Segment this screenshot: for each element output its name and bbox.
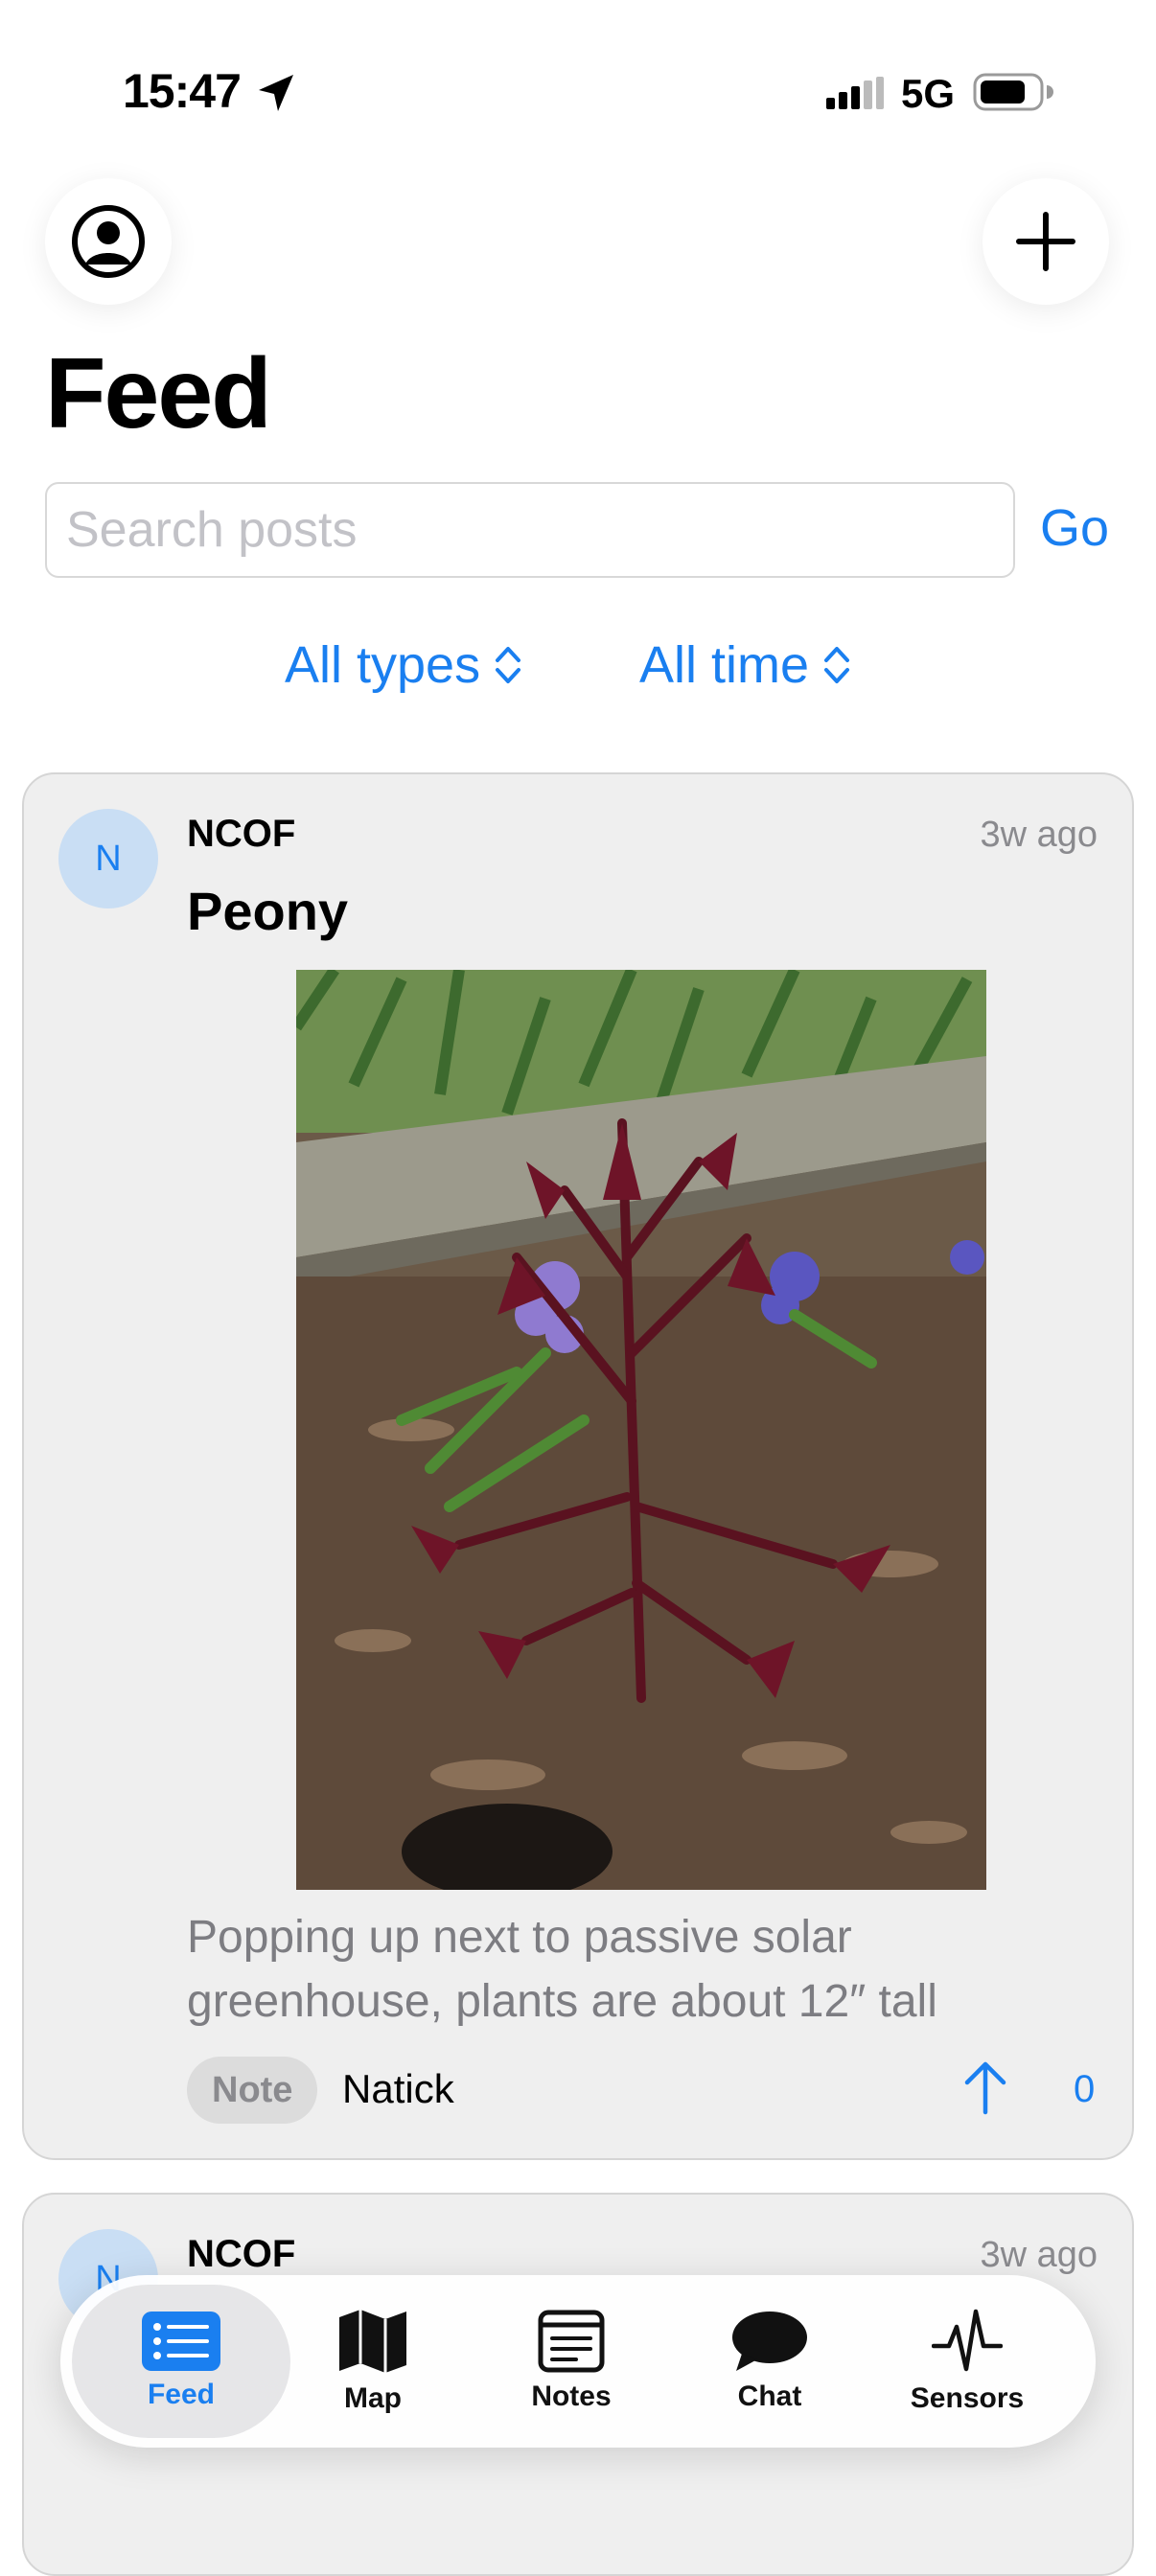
avatar: N — [58, 809, 158, 908]
tab-bar: Feed Map Notes Chat Sensors — [60, 2275, 1096, 2448]
post-author: NCOF — [187, 2233, 296, 2275]
post-body: Popping up next to passive solar greenho… — [187, 1912, 937, 2027]
tab-map[interactable]: Map — [271, 2275, 474, 2448]
post-title: Peony — [187, 881, 349, 941]
tab-label: Feed — [147, 2379, 216, 2410]
status-time: 15:47 — [123, 64, 242, 118]
type-filter-dropdown[interactable]: All types — [285, 635, 522, 695]
vote-count: 0 — [1074, 2068, 1096, 2110]
tab-notes[interactable]: Notes — [470, 2275, 673, 2448]
post-time: 3w ago — [980, 2235, 1098, 2275]
chevron-up-down-icon — [824, 647, 850, 683]
chevron-up-down-icon — [496, 647, 521, 683]
network-label: 5G — [901, 71, 956, 116]
map-icon — [339, 2310, 406, 2373]
upvote-arrow-icon[interactable] — [963, 2058, 1007, 2116]
signal-strength-icon — [826, 77, 884, 109]
list-icon — [142, 2312, 220, 2371]
type-filter-label: All types — [285, 636, 481, 694]
page-title: Feed — [45, 338, 272, 449]
post-photo[interactable] — [296, 970, 986, 1890]
notes-icon — [538, 2310, 605, 2373]
battery-icon — [973, 73, 1053, 111]
time-filter-label: All time — [639, 636, 810, 694]
chat-bubble-icon — [732, 2312, 807, 2371]
time-filter-dropdown[interactable]: All time — [639, 635, 851, 695]
tab-label: Notes — [531, 2380, 612, 2412]
post-card[interactable]: N NCOF 3w ago Peony Popping up next to p… — [22, 772, 1134, 2160]
tab-sensors[interactable]: Sensors — [866, 2275, 1069, 2448]
tab-label: Sensors — [910, 2382, 1025, 2414]
go-button[interactable]: Go — [1040, 498, 1109, 558]
plus-icon — [1016, 212, 1075, 271]
post-location: Natick — [342, 2066, 454, 2111]
tab-label: Chat — [737, 2380, 802, 2412]
add-post-button[interactable] — [983, 178, 1109, 305]
tab-feed[interactable]: Feed — [72, 2285, 290, 2438]
peony-plant-image — [296, 970, 986, 1890]
waveform-icon — [932, 2309, 1003, 2372]
post-type-badge: Note — [187, 2057, 318, 2124]
location-arrow-icon — [259, 75, 293, 111]
post-author: NCOF — [187, 813, 296, 855]
post-time: 3w ago — [980, 815, 1098, 855]
profile-button[interactable] — [45, 178, 172, 305]
tab-label: Map — [344, 2382, 402, 2414]
search-input[interactable] — [45, 482, 1015, 578]
tab-chat[interactable]: Chat — [668, 2275, 871, 2448]
person-circle-icon — [72, 205, 145, 278]
